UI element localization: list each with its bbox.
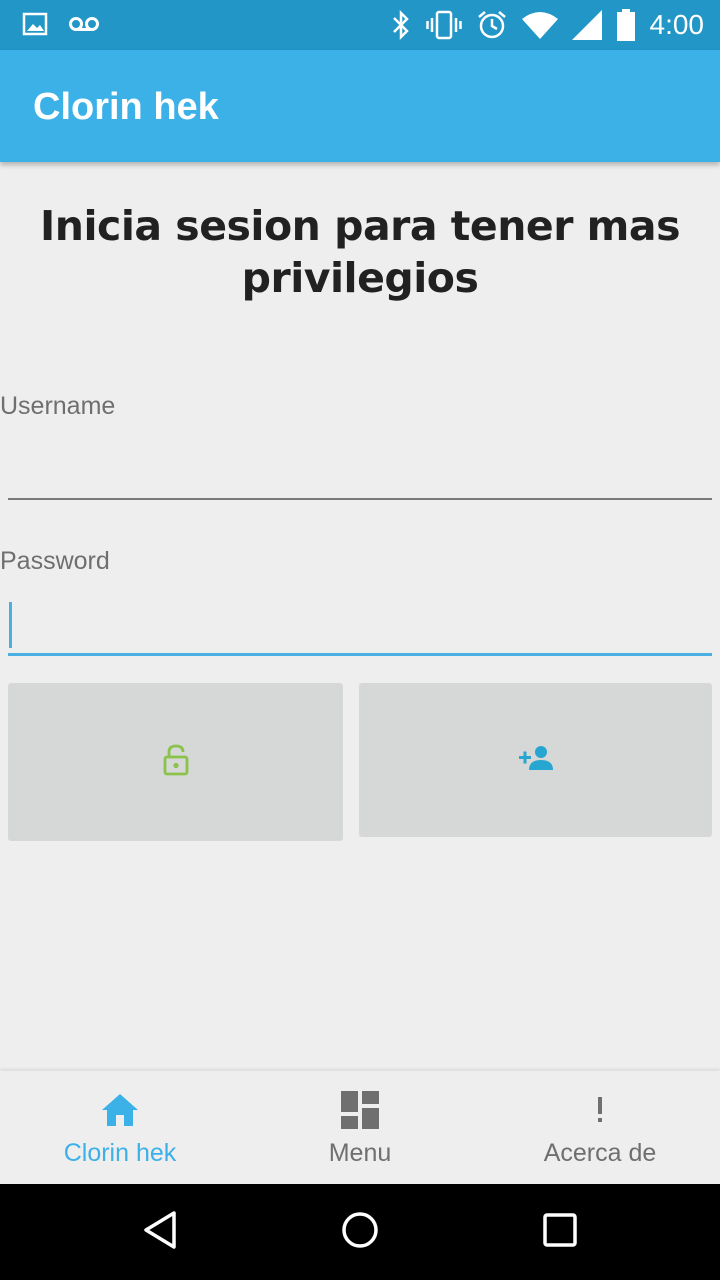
nav-item-home[interactable]: Clorin hek [0,1071,240,1184]
bluetooth-icon [390,9,412,41]
battery-icon [616,9,636,41]
nav-item-menu[interactable]: Menu [240,1071,480,1184]
home-button[interactable] [300,1184,420,1280]
dashboard-icon [240,1089,480,1131]
nav-label-about: Acerca de [543,1139,657,1167]
person-add-icon [518,744,554,777]
home-circle-icon [341,1211,379,1254]
lock-open-icon [162,744,190,781]
status-bar: 4:00 [0,0,720,50]
username-field[interactable] [8,440,712,500]
wifi-icon [521,11,558,39]
signal-icon [571,10,602,40]
nav-label-menu: Menu [328,1139,392,1167]
home-icon [0,1089,240,1131]
password-field[interactable] [8,596,712,656]
register-button[interactable] [359,683,712,837]
clock-time: 4:00 [649,9,705,40]
text-cursor [9,602,12,648]
alarm-icon [476,9,508,41]
bottom-navigation: Clorin hek Menu Acerca de [0,1071,720,1184]
app-title: Clorin hek [33,86,219,128]
app-bar: Clorin hek [0,50,720,162]
nav-label-home: Clorin hek [63,1139,177,1167]
vibrate-icon [425,9,462,41]
system-navigation-bar [0,1184,720,1280]
back-button[interactable] [100,1184,220,1280]
nav-item-about[interactable]: Acerca de [480,1071,720,1184]
recents-square-icon [543,1212,577,1252]
image-icon [22,12,48,36]
username-label: Username [0,392,116,420]
password-label: Password [0,547,110,575]
voicemail-icon [68,14,100,34]
back-triangle-icon [141,1210,179,1255]
recents-button[interactable] [500,1184,620,1280]
page-heading: Inicia sesion para tener mas privilegios [40,202,680,302]
exclamation-icon [480,1089,720,1131]
login-button[interactable] [8,683,343,841]
